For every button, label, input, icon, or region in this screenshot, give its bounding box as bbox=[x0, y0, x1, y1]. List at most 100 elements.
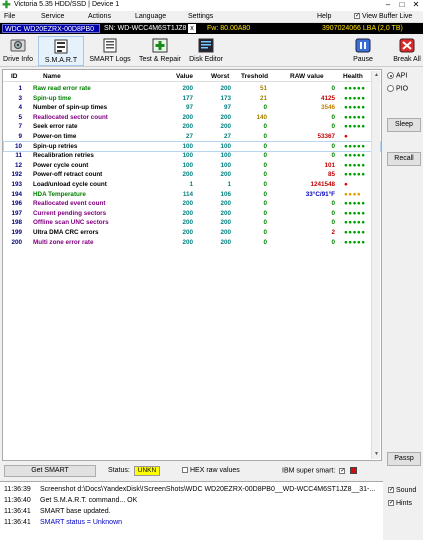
ibm-super-smart-toggle[interactable]: IBM super smart: ✓ bbox=[282, 467, 358, 474]
cell-name: Seek error rate bbox=[33, 123, 78, 131]
cell-threshold: 0 bbox=[263, 142, 267, 150]
maximize-button[interactable]: □ bbox=[395, 0, 409, 11]
event-log[interactable]: 11:36:39 Screenshot d:\Docs\YandexDisk\!S… bbox=[0, 481, 383, 540]
smart-table[interactable]: ID Name Value Worst Treshold RAW value H… bbox=[2, 69, 382, 461]
menu-help[interactable]: Help bbox=[317, 13, 331, 20]
break-all-label: Break All bbox=[393, 56, 421, 63]
smart-logs-label: SMART Logs bbox=[89, 56, 131, 63]
drive-model-select[interactable]: WDC WD20EZRX-00D8PB0 bbox=[2, 24, 100, 33]
cell-worst: 200 bbox=[220, 123, 231, 131]
sleep-button[interactable]: Sleep bbox=[387, 118, 421, 132]
cell-raw-value: 0 bbox=[331, 113, 335, 121]
table-row[interactable]: 198 Offline scan UNC sectors 200 200 0 0 ●●●●● bbox=[4, 218, 380, 228]
scroll-up-arrow-icon[interactable]: ▲ bbox=[372, 71, 381, 80]
cell-name: Reallocated sector count bbox=[33, 113, 108, 121]
scroll-down-arrow-icon[interactable]: ▼ bbox=[372, 450, 381, 459]
header-raw-value[interactable]: RAW value bbox=[290, 73, 324, 80]
header-threshold[interactable]: Treshold bbox=[241, 73, 268, 80]
menu-actions[interactable]: Actions bbox=[88, 13, 111, 20]
table-row[interactable]: 199 Ultra DMA CRC errors 200 200 0 2 ●●●●● bbox=[4, 228, 380, 238]
table-row[interactable]: 200 Multi zone error rate 200 200 0 0 ●●●●● bbox=[4, 238, 380, 248]
close-button[interactable]: ✕ bbox=[409, 0, 423, 11]
cell-threshold: 0 bbox=[263, 104, 267, 112]
table-row[interactable]: 1 Raw read error rate 200 200 51 0 ●●●●● bbox=[4, 84, 380, 94]
cell-raw-value: 101 bbox=[324, 161, 335, 169]
cell-worst: 100 bbox=[220, 152, 231, 160]
log-message: SMART base updated. bbox=[40, 508, 111, 515]
cell-id: 199 bbox=[11, 229, 22, 236]
passp-button[interactable]: Passp bbox=[387, 452, 421, 466]
view-buffer-checkbox[interactable]: ✓ bbox=[354, 13, 360, 20]
cell-threshold: 0 bbox=[263, 219, 267, 227]
menu-settings[interactable]: Settings bbox=[188, 13, 213, 20]
minimize-button[interactable]: – bbox=[381, 0, 395, 11]
cell-health: ●●●●● bbox=[344, 219, 366, 227]
header-id[interactable]: ID bbox=[11, 73, 18, 80]
hex-raw-toggle[interactable]: HEX raw values bbox=[182, 467, 240, 474]
api-radio[interactable]: API bbox=[387, 72, 407, 79]
disk-editor-button[interactable]: Disk Editor bbox=[188, 36, 224, 66]
cell-worst: 200 bbox=[220, 85, 231, 92]
cell-value: 200 bbox=[182, 229, 193, 236]
table-row[interactable]: 192 Power-off retract count 200 200 0 85 ●●●●● bbox=[4, 170, 380, 180]
sound-checkbox[interactable]: ✓ bbox=[388, 487, 394, 494]
menu-language[interactable]: Language bbox=[135, 13, 166, 20]
smart-tab-button[interactable]: S.M.A.R.T bbox=[38, 36, 84, 66]
table-row[interactable]: 7 Seek error rate 200 200 0 0 ●●●●● bbox=[4, 122, 380, 132]
recall-button[interactable]: Recall bbox=[387, 152, 421, 166]
hints-checkbox[interactable]: ✓ bbox=[388, 500, 394, 507]
radio-selected-icon[interactable] bbox=[387, 72, 394, 79]
cell-name: Power cycle count bbox=[33, 161, 89, 169]
break-all-button[interactable]: Break All bbox=[392, 36, 422, 66]
menu-service[interactable]: Service bbox=[41, 13, 64, 20]
cell-id: 197 bbox=[11, 209, 22, 217]
table-row[interactable]: 196 Reallocated event count 200 200 0 0 ●●●●● bbox=[4, 199, 380, 209]
table-row[interactable]: 11 Recalibration retries 100 100 0 0 ●●●●● bbox=[4, 151, 380, 161]
smart-logs-button[interactable]: SMART Logs bbox=[88, 36, 132, 66]
hex-raw-checkbox[interactable] bbox=[182, 467, 188, 474]
lba-size: 3907024066 LBA (2,0 TB) bbox=[322, 25, 403, 32]
pio-radio[interactable]: PIO bbox=[387, 85, 408, 92]
header-value[interactable]: Value bbox=[176, 73, 193, 80]
cell-worst: 200 bbox=[220, 229, 231, 236]
header-worst[interactable]: Worst bbox=[211, 73, 229, 80]
sound-toggle[interactable]: ✓ Sound bbox=[388, 487, 416, 494]
get-smart-button[interactable]: Get SMART bbox=[4, 465, 96, 477]
table-row[interactable]: 4 Number of spin-up times 97 97 0 3546 ●●●●● bbox=[4, 103, 380, 113]
ibm-super-smart-checkbox[interactable]: ✓ bbox=[339, 467, 345, 474]
table-row[interactable]: 3 Spin-up time 177 173 21 4125 ●●●●● bbox=[4, 94, 380, 104]
cell-name: Multi zone error rate bbox=[33, 238, 94, 246]
menu-file[interactable]: File bbox=[4, 13, 15, 20]
test-repair-button[interactable]: Test & Repair bbox=[136, 36, 184, 66]
cell-raw-value: 33°C/91°F bbox=[305, 190, 335, 198]
drive-icon bbox=[10, 39, 26, 52]
drive-info-button[interactable]: Drive Info bbox=[2, 36, 34, 66]
pause-button[interactable]: Pause bbox=[350, 36, 376, 66]
cell-value: 200 bbox=[182, 209, 193, 217]
cell-threshold: 0 bbox=[263, 238, 267, 246]
hints-toggle[interactable]: ✓ Hints bbox=[388, 500, 412, 507]
drive-info-label: Drive Info bbox=[3, 56, 33, 63]
log-message: Screenshot d:\Docs\YandexDisk\!ScreenSho… bbox=[40, 486, 376, 493]
view-buffer-live-toggle[interactable]: ✓ View Buffer Live bbox=[354, 13, 412, 20]
header-health[interactable]: Health bbox=[343, 73, 363, 80]
table-row[interactable]: 9 Power-on time 27 27 0 53367 ● bbox=[4, 132, 380, 142]
radio-unselected-icon[interactable] bbox=[387, 85, 394, 92]
log-entry: 11:36:39 Screenshot d:\Docs\YandexDisk\!S… bbox=[4, 486, 375, 493]
close-drive-button[interactable]: x bbox=[188, 24, 196, 33]
table-scrollbar[interactable]: ▲ ▼ bbox=[371, 71, 380, 459]
cell-threshold: 0 bbox=[263, 190, 267, 198]
table-row[interactable]: 193 Load/unload cycle count 1 1 0 1241548 ● bbox=[4, 180, 380, 190]
status-label: Status: bbox=[108, 467, 130, 474]
table-row[interactable]: 5 Reallocated sector count 200 200 140 0 ●●●●● bbox=[4, 113, 380, 123]
header-name[interactable]: Name bbox=[43, 73, 61, 80]
table-row[interactable]: 10 Spin-up retries 100 100 0 0 ●●●●● bbox=[3, 140, 381, 153]
cell-raw-value: 0 bbox=[331, 152, 335, 160]
cell-id: 11 bbox=[15, 152, 22, 160]
table-row[interactable]: 12 Power cycle count 100 100 0 101 ●●●●● bbox=[4, 161, 380, 171]
cell-health: ● bbox=[344, 181, 349, 188]
table-row[interactable]: 194 HDA Temperature 114 106 0 33°C/91°F ●●●● bbox=[4, 190, 380, 200]
log-entry: 11:36:41 SMART base updated. bbox=[4, 508, 111, 515]
cell-worst: 27 bbox=[223, 133, 231, 140]
table-row[interactable]: 197 Current pending sectors 200 200 0 0 ●●●●● bbox=[4, 209, 380, 219]
